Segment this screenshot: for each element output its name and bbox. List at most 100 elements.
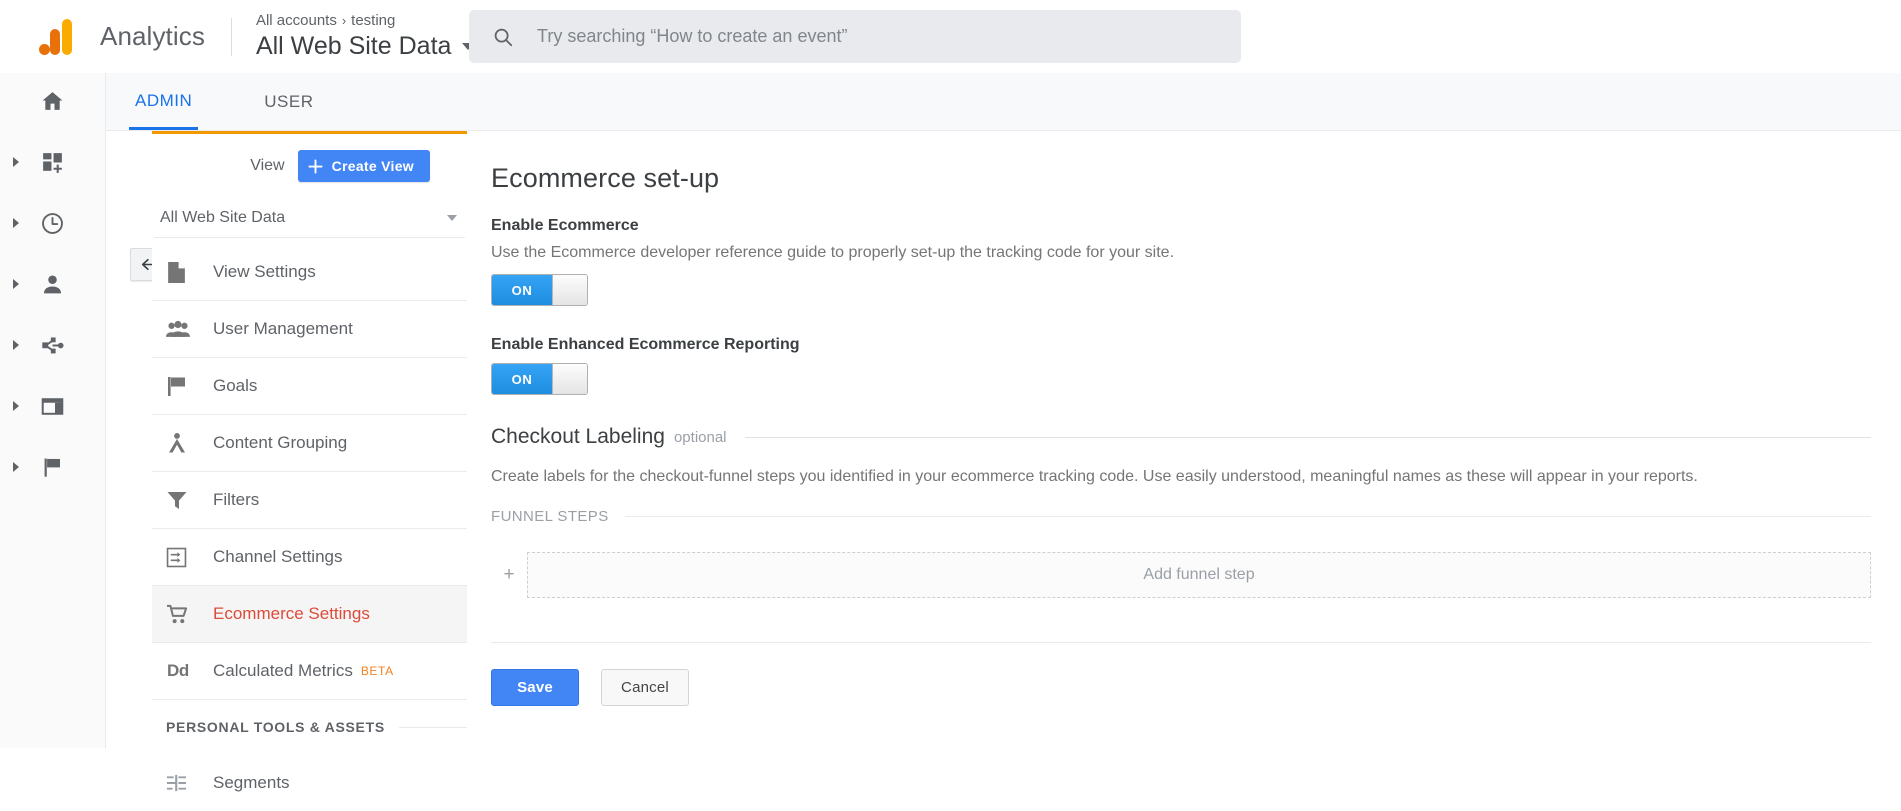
menu-item-label: User Management	[213, 319, 353, 338]
home-icon	[42, 91, 63, 110]
rail-item-home[interactable]	[0, 77, 105, 125]
menu-item-goals[interactable]: Goals	[152, 358, 467, 415]
rail-item-realtime[interactable]	[0, 199, 105, 247]
funnel-icon	[166, 489, 202, 511]
flag-icon	[44, 458, 60, 477]
menu-item-ecommerce-settings[interactable]: Ecommerce Settings	[152, 586, 467, 643]
tab-admin[interactable]: ADMIN	[129, 74, 199, 130]
view-settings-column: View Create View All Web Site Data View …	[152, 131, 467, 792]
action-buttons: Save Cancel	[491, 669, 1871, 706]
view-column-label: View	[250, 157, 285, 174]
account-selector[interactable]: All accounts › testing All Web Site Data	[255, 11, 475, 62]
menu-item-channel-settings[interactable]: Channel Settings	[152, 529, 467, 586]
expand-arrow-icon	[13, 462, 19, 472]
breadcrumb-separator: ›	[341, 13, 347, 28]
share-nodes-icon	[42, 336, 64, 353]
tab-user[interactable]: USER	[258, 74, 319, 130]
rail-item-acquisition[interactable]	[0, 321, 105, 369]
menu-item-view-settings[interactable]: View Settings	[152, 244, 467, 301]
enable-ecommerce-description: Use the Ecommerce developer reference gu…	[491, 244, 1175, 261]
chevron-down-icon	[447, 214, 457, 221]
menu-item-content-grouping[interactable]: Content Grouping	[152, 415, 467, 472]
menu-item-user-management[interactable]: User Management	[152, 301, 467, 358]
funnel-steps-header: FUNNEL STEPS	[491, 508, 1871, 525]
dd-icon: Dd	[166, 661, 202, 681]
rail-item-customization[interactable]	[0, 138, 105, 186]
search-icon	[494, 28, 513, 46]
menu-item-label: Channel Settings	[213, 547, 343, 566]
breadcrumb-root[interactable]: All accounts	[256, 12, 337, 29]
view-column-header: View Create View	[152, 134, 467, 198]
shopping-cart-icon	[166, 604, 202, 625]
beta-badge: BETA	[360, 664, 394, 678]
analytics-logo[interactable]	[0, 18, 106, 55]
window-layout-icon	[41, 397, 64, 415]
main-content-panel: Ecommerce set-up Enable Ecommerce Use th…	[467, 131, 1901, 748]
breadcrumb: All accounts › testing	[256, 11, 474, 30]
section-divider	[624, 516, 1871, 517]
menu-item-label: Content Grouping	[213, 433, 348, 452]
menu-item-segments[interactable]: Segments	[152, 754, 467, 811]
plus-icon	[308, 158, 323, 174]
content-grouping-icon	[166, 432, 202, 455]
people-icon	[166, 319, 202, 340]
enhanced-reporting-toggle[interactable]: ON	[491, 363, 588, 395]
admin-tab-bar: ADMIN USER	[106, 73, 1901, 131]
toggle-state-label: ON	[492, 364, 552, 394]
brand-divider	[230, 17, 232, 56]
segments-icon	[166, 773, 202, 793]
view-settings-menu: View Settings User Management Goals Cont…	[152, 244, 467, 811]
expand-arrow-icon	[13, 157, 19, 167]
expand-arrow-icon	[13, 218, 19, 228]
add-funnel-step-label: Add funnel step	[1143, 566, 1255, 583]
customization-icon	[43, 152, 62, 173]
add-funnel-step-dropzone[interactable]: Add funnel step	[527, 552, 1871, 598]
plus-icon[interactable]: +	[491, 564, 527, 586]
add-funnel-step-row[interactable]: + Add funnel step	[491, 552, 1871, 598]
actions-divider	[491, 642, 1871, 643]
analytics-logo-icon	[39, 18, 72, 55]
rail-item-audience[interactable]	[0, 260, 105, 308]
menu-item-calculated-metrics[interactable]: Dd Calculated Metrics BETA	[152, 643, 467, 700]
save-button[interactable]: Save	[491, 669, 579, 706]
search-bar[interactable]	[469, 10, 1241, 63]
view-title-text: All Web Site Data	[255, 32, 452, 60]
channel-settings-icon	[166, 547, 202, 568]
view-selector-dropdown[interactable]: All Web Site Data	[154, 198, 465, 238]
enable-ecommerce-toggle[interactable]: ON	[491, 274, 588, 306]
rail-item-behavior[interactable]	[0, 382, 105, 430]
menu-item-label: Calculated Metrics	[213, 661, 353, 680]
personal-tools-section-header: PERSONAL TOOLS & ASSETS	[152, 700, 467, 754]
menu-item-label: Segments	[213, 772, 290, 792]
checkout-labeling-header: Checkout Labeling optional	[491, 425, 1871, 449]
cancel-button[interactable]: Cancel	[601, 669, 689, 706]
expand-arrow-icon	[13, 401, 19, 411]
view-title[interactable]: All Web Site Data	[255, 30, 475, 62]
flag-icon	[166, 375, 202, 398]
rail-item-conversions[interactable]	[0, 443, 105, 491]
page-title: Ecommerce set-up	[491, 163, 720, 193]
toggle-knob[interactable]	[552, 364, 587, 394]
create-view-button[interactable]: Create View	[297, 150, 430, 182]
create-view-label: Create View	[331, 158, 414, 174]
enable-ecommerce-label: Enable Ecommerce	[491, 217, 639, 234]
menu-item-filters[interactable]: Filters	[152, 472, 467, 529]
section-divider	[744, 436, 1871, 438]
funnel-steps-label: FUNNEL STEPS	[491, 508, 609, 525]
breadcrumb-account[interactable]: testing	[351, 12, 395, 29]
menu-item-label: Filters	[213, 490, 260, 509]
view-selector-value: All Web Site Data	[160, 208, 286, 226]
document-icon	[166, 261, 202, 284]
search-input[interactable]	[537, 26, 1187, 47]
left-icon-rail	[0, 73, 106, 748]
checkout-labeling-title: Checkout Labeling	[491, 425, 665, 448]
brand-name: Analytics	[100, 21, 205, 51]
section-divider	[398, 726, 467, 728]
expand-arrow-icon	[13, 340, 19, 350]
toggle-knob[interactable]	[552, 275, 587, 305]
clock-icon	[42, 212, 63, 234]
top-bar: Analytics All accounts › testing All Web S…	[0, 0, 1901, 73]
checkout-labeling-optional-tag: optional	[673, 428, 727, 446]
section-header-label: PERSONAL TOOLS & ASSETS	[166, 719, 385, 735]
menu-item-label: Ecommerce Settings	[213, 604, 370, 623]
